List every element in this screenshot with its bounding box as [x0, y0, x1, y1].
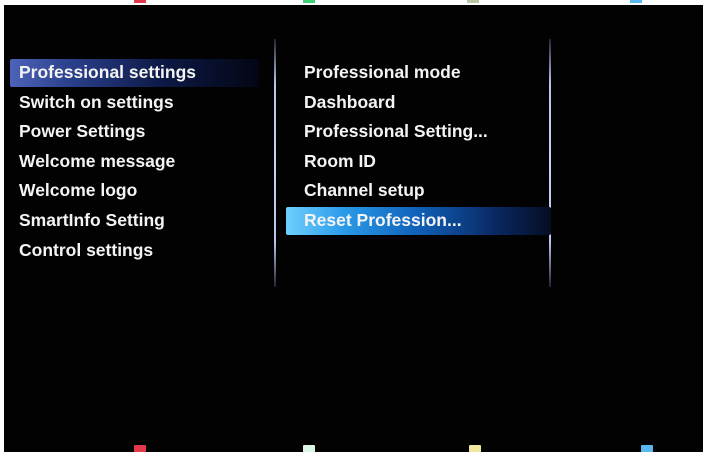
menu-item-welcome-logo[interactable]: Welcome logo — [4, 176, 259, 206]
menu-item-switch-on-settings[interactable]: Switch on settings — [4, 88, 259, 118]
submenu-item-professional-setting[interactable]: Professional Setting... — [289, 117, 551, 147]
submenu-item-professional-mode[interactable]: Professional mode — [289, 58, 551, 88]
menu-item-label: Welcome message — [19, 150, 176, 171]
submenu-item-label: Dashboard — [304, 91, 396, 112]
menu-item-label: Switch on settings — [19, 91, 174, 112]
red-key-indicator-top — [134, 0, 146, 3]
red-key-indicator — [134, 445, 146, 452]
yellow-key-indicator-top — [467, 0, 479, 3]
submenu-item-label: Room ID — [304, 150, 376, 171]
menu-divider-left — [274, 39, 276, 287]
menu-item-smartinfo-setting[interactable]: SmartInfo Setting — [4, 206, 259, 236]
menu-item-label: Welcome logo — [19, 180, 138, 201]
blue-key-indicator — [641, 445, 653, 452]
menu-item-welcome-message[interactable]: Welcome message — [4, 147, 259, 177]
submenu-item-room-id[interactable]: Room ID — [289, 147, 551, 177]
submenu-item-label: Channel setup — [304, 180, 425, 201]
left-menu: Professional settings Switch on settings… — [4, 58, 259, 265]
menu-item-label: Control settings — [19, 239, 154, 260]
menu-item-professional-settings[interactable]: Professional settings — [4, 58, 259, 88]
submenu-item-label: Professional mode — [304, 62, 461, 82]
green-key-indicator-top — [303, 0, 315, 3]
tv-menu-screen: Professional settings Switch on settings… — [4, 5, 703, 452]
menu-item-label: Professional settings — [19, 62, 196, 82]
submenu-item-label: Reset Profession... — [304, 209, 462, 230]
green-key-indicator — [303, 445, 315, 452]
submenu-item-label: Professional Setting... — [304, 121, 488, 142]
submenu-item-reset-professional[interactable]: Reset Profession... — [286, 206, 551, 236]
yellow-key-indicator — [469, 445, 481, 452]
menu-divider-right — [549, 39, 551, 287]
right-submenu: Professional mode Dashboard Professional… — [286, 58, 551, 236]
submenu-item-channel-setup[interactable]: Channel setup — [289, 176, 551, 206]
menu-item-power-settings[interactable]: Power Settings — [4, 117, 259, 147]
menu-item-label: SmartInfo Setting — [19, 209, 165, 230]
submenu-item-dashboard[interactable]: Dashboard — [289, 88, 551, 118]
menu-item-control-settings[interactable]: Control settings — [4, 236, 259, 266]
blue-key-indicator-top — [630, 0, 642, 3]
menu-item-label: Power Settings — [19, 121, 146, 142]
